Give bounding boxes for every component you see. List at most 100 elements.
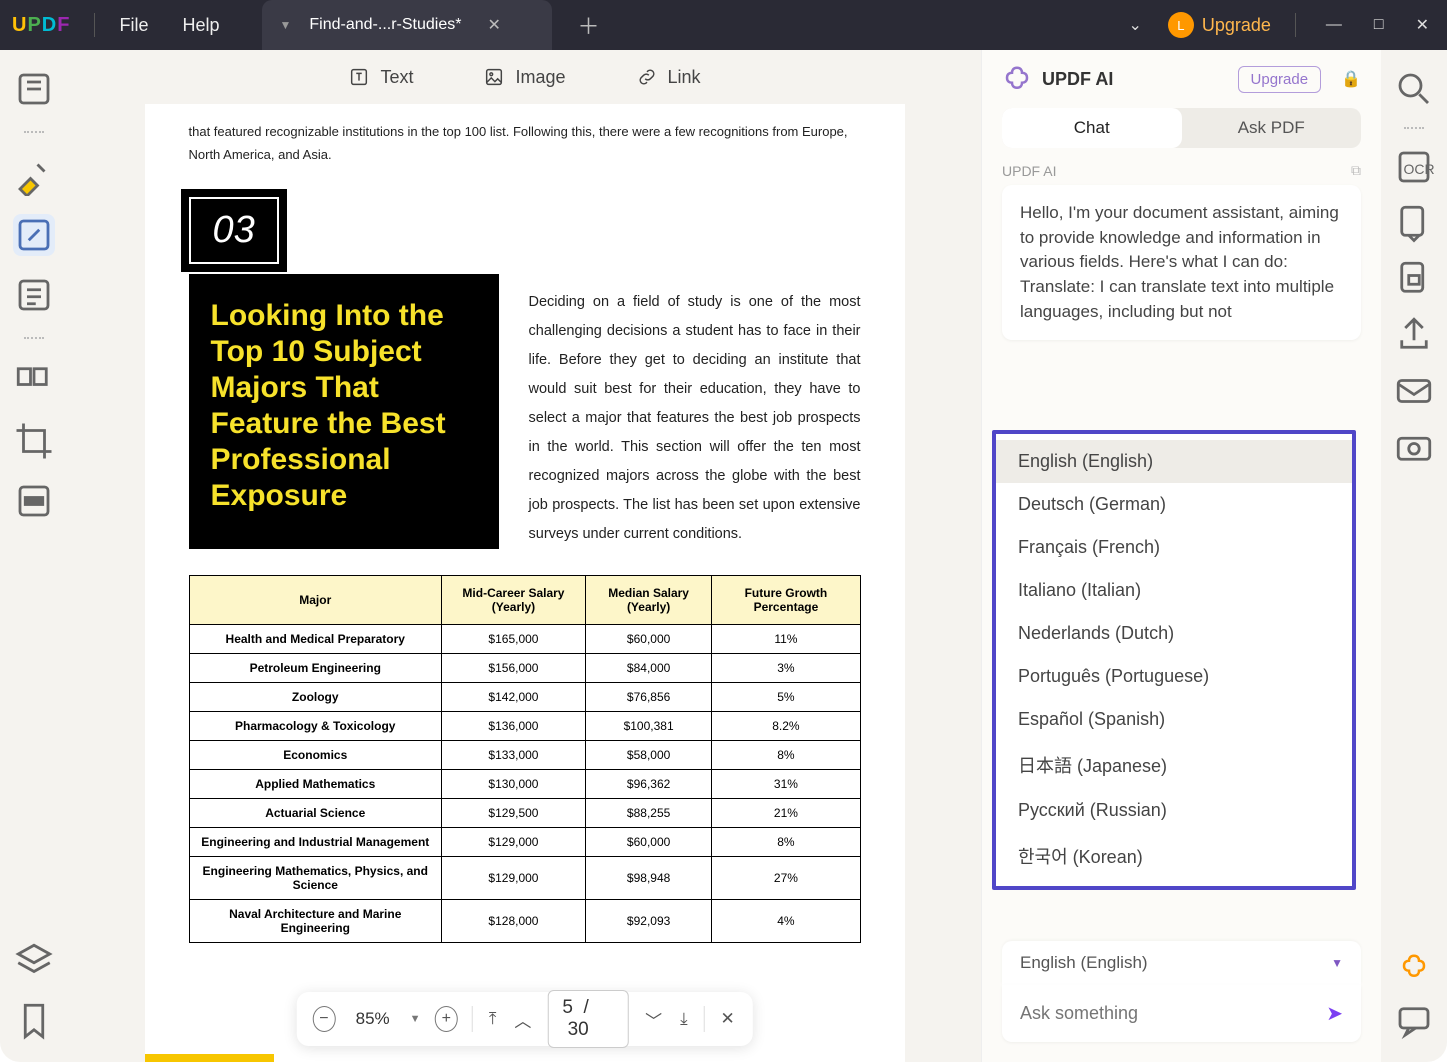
chevron-down-icon[interactable]: ▼ <box>280 18 292 32</box>
upgrade-button[interactable]: L Upgrade <box>1168 12 1271 38</box>
zoom-out-button[interactable]: − <box>312 1006 335 1032</box>
redact-icon[interactable] <box>13 480 55 522</box>
ai-input[interactable] <box>1020 1003 1326 1024</box>
language-option[interactable]: Français (French) <box>996 526 1352 569</box>
language-option[interactable]: Deutsch (German) <box>996 483 1352 526</box>
reader-icon[interactable] <box>13 68 55 110</box>
language-option[interactable]: English (English) <box>996 440 1352 483</box>
table-cell: $100,381 <box>585 711 711 740</box>
minimize-button[interactable]: — <box>1320 16 1348 34</box>
table-cell: $129,500 <box>442 798 586 827</box>
section-number: 03 <box>189 197 279 264</box>
right-sidebar: OCR <box>1381 50 1447 1062</box>
share-icon[interactable] <box>1393 314 1435 356</box>
table-cell: Engineering Mathematics, Physics, and Sc… <box>189 856 442 899</box>
edit-icon[interactable] <box>13 214 55 256</box>
table-cell: $84,000 <box>585 653 711 682</box>
table-cell: $165,000 <box>442 624 586 653</box>
language-option[interactable]: Português (Portuguese) <box>996 655 1352 698</box>
camera-icon[interactable] <box>1393 426 1435 468</box>
separator <box>1295 13 1296 37</box>
language-option[interactable]: 日本語 (Japanese) <box>996 741 1352 789</box>
maximize-button[interactable]: □ <box>1368 16 1390 34</box>
table-header: Future Growth Percentage <box>712 575 860 624</box>
copy-icon[interactable]: ⧉ <box>1351 162 1361 179</box>
close-status-button[interactable]: ✕ <box>719 1009 737 1029</box>
protect-icon[interactable] <box>1393 258 1435 300</box>
table-cell: 27% <box>712 856 860 899</box>
page-indicator[interactable]: 5 / 30 <box>547 990 629 1048</box>
comment-icon[interactable] <box>1393 1000 1435 1042</box>
table-header: Major <box>189 575 442 624</box>
table-cell: $60,000 <box>585 827 711 856</box>
table-cell: Pharmacology & Toxicology <box>189 711 442 740</box>
layers-icon[interactable] <box>13 940 55 982</box>
first-page-button[interactable]: ⤒ <box>487 1009 499 1029</box>
table-cell: Economics <box>189 740 442 769</box>
menu-file[interactable]: File <box>119 15 148 36</box>
zoom-in-button[interactable]: + <box>435 1006 458 1032</box>
separator <box>24 337 44 339</box>
table-row: Engineering and Industrial Management$12… <box>189 827 860 856</box>
lock-icon[interactable]: 🔒 <box>1341 69 1361 89</box>
table-row: Economics$133,000$58,0008% <box>189 740 860 769</box>
table-cell: $136,000 <box>442 711 586 740</box>
table-cell: 8.2% <box>712 711 860 740</box>
crop-icon[interactable] <box>13 420 55 462</box>
organize-icon[interactable] <box>13 360 55 402</box>
email-icon[interactable] <box>1393 370 1435 412</box>
next-page-button[interactable]: ﹀ <box>643 1007 664 1032</box>
ai-message: Hello, I'm your document assistant, aimi… <box>1002 185 1361 340</box>
image-tool[interactable]: Image <box>483 66 565 88</box>
titlebar: UPDF File Help ▼ Find-and-...r-Studies* … <box>0 0 1447 50</box>
link-tool[interactable]: Link <box>636 66 701 88</box>
search-icon[interactable] <box>1393 68 1435 110</box>
send-icon[interactable]: ➤ <box>1326 1001 1343 1026</box>
ocr-icon[interactable]: OCR <box>1393 146 1435 188</box>
highlighter-icon[interactable] <box>13 154 55 196</box>
language-option[interactable]: Русский (Russian) <box>996 789 1352 832</box>
menu-help[interactable]: Help <box>182 15 219 36</box>
document-tab[interactable]: ▼ Find-and-...r-Studies* ✕ <box>262 0 552 50</box>
table-cell: 8% <box>712 740 860 769</box>
tab-chat[interactable]: Chat <box>1002 108 1182 148</box>
majors-table: MajorMid-Career Salary (Yearly)Median Sa… <box>189 575 861 943</box>
table-cell: 31% <box>712 769 860 798</box>
new-tab-button[interactable]: ＋ <box>578 9 600 41</box>
tab-ask-pdf[interactable]: Ask PDF <box>1182 108 1362 148</box>
ai-panel-title: UPDF AI <box>1042 69 1113 90</box>
bookmark-icon[interactable] <box>13 1000 55 1042</box>
ai-input-box: ➤ <box>1002 985 1361 1042</box>
last-page-button[interactable]: ⤓ <box>678 1009 690 1029</box>
content-area: Text Image Link that featured recognizab… <box>68 50 981 1062</box>
prev-page-button[interactable]: ︿ <box>512 1007 533 1032</box>
updf-ai-logo-icon <box>1002 64 1032 94</box>
form-icon[interactable] <box>13 274 55 316</box>
link-label: Link <box>668 67 701 88</box>
ai-sender-label: UPDF AI <box>1002 163 1056 179</box>
chevron-down-icon[interactable]: ⌄ <box>1122 15 1147 35</box>
table-cell: $129,000 <box>442 856 586 899</box>
language-option[interactable]: 한국어 (Korean) <box>996 832 1352 880</box>
language-option[interactable]: Nederlands (Dutch) <box>996 612 1352 655</box>
table-cell: $128,000 <box>442 899 586 942</box>
table-header: Mid-Career Salary (Yearly) <box>442 575 586 624</box>
table-cell: $130,000 <box>442 769 586 798</box>
section-paragraph: Deciding on a field of study is one of t… <box>529 274 861 549</box>
document-viewport[interactable]: that featured recognizable institutions … <box>68 104 981 1062</box>
text-tool[interactable]: Text <box>348 66 413 88</box>
table-row: Applied Mathematics$130,000$96,36231% <box>189 769 860 798</box>
zoom-dropdown-icon[interactable]: ▼ <box>410 1013 421 1025</box>
ai-upgrade-button[interactable]: Upgrade <box>1238 66 1322 93</box>
text-label: Text <box>380 67 413 88</box>
separator <box>94 13 95 37</box>
table-row: Engineering Mathematics, Physics, and Sc… <box>189 856 860 899</box>
updf-ai-icon[interactable] <box>1399 952 1429 982</box>
language-option[interactable]: Italiano (Italian) <box>996 569 1352 612</box>
language-option[interactable]: Español (Spanish) <box>996 698 1352 741</box>
close-button[interactable]: ✕ <box>1410 15 1435 35</box>
compress-icon[interactable] <box>1393 202 1435 244</box>
language-select[interactable]: English (English) ▼ <box>1002 941 1361 985</box>
intro-paragraph: that featured recognizable institutions … <box>189 120 861 167</box>
close-icon[interactable]: ✕ <box>487 15 500 35</box>
